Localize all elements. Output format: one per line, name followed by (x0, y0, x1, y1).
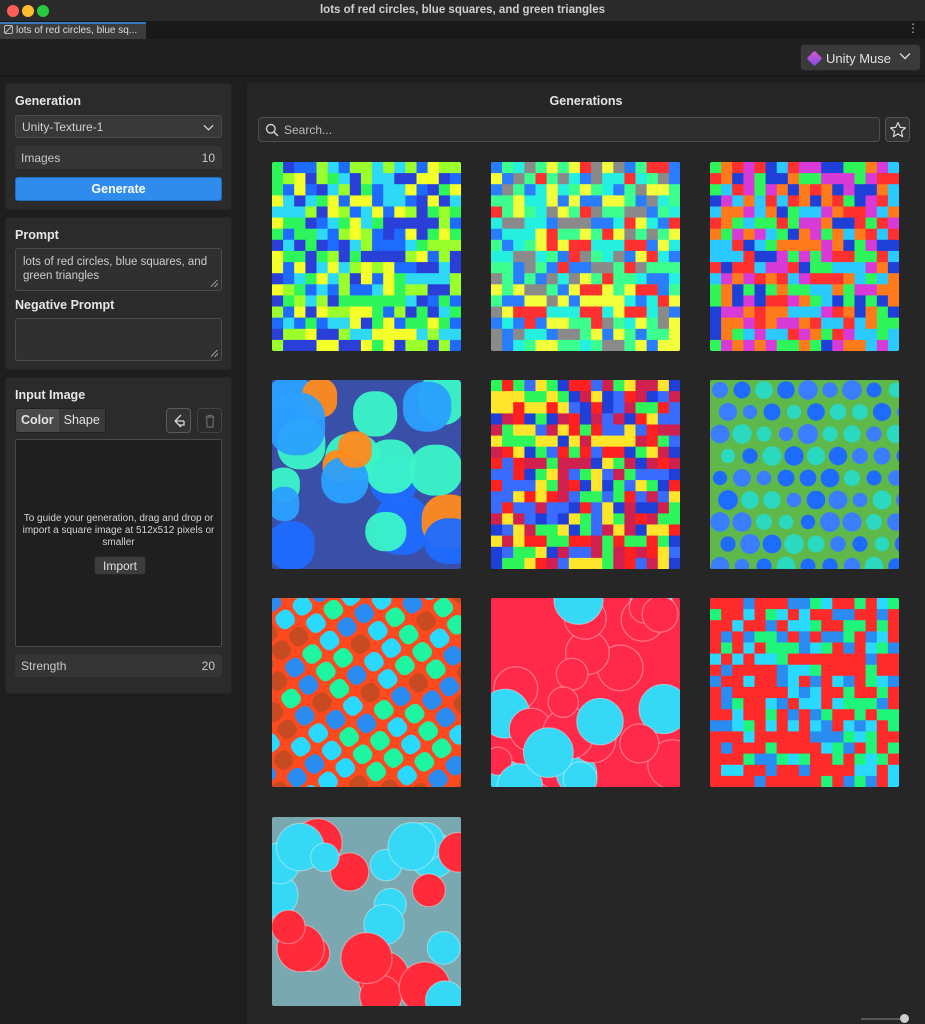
title-bar: lots of red circles, blue squares, and g… (0, 0, 925, 22)
generation-thumbnail[interactable] (710, 598, 899, 787)
images-count-field[interactable]: Images 10 (15, 146, 222, 169)
generate-button[interactable]: Generate (15, 177, 222, 201)
favorites-filter-button[interactable] (885, 117, 910, 142)
model-dropdown[interactable]: Unity-Texture-1 (15, 115, 222, 138)
generation-thumbnail[interactable] (272, 380, 461, 569)
negative-prompt-title: Negative Prompt (15, 298, 115, 312)
generation-thumbnail[interactable] (272, 162, 461, 351)
strength-value: 20 (201, 659, 215, 673)
generation-panel: Generation Unity-Texture-1 Images 10 Gen… (5, 83, 232, 210)
tab-shape[interactable]: Shape (58, 409, 105, 432)
more-options-icon[interactable]: ⋮ (907, 22, 919, 34)
resize-grip-icon[interactable] (211, 350, 218, 357)
negative-prompt-input[interactable] (15, 318, 222, 361)
unity-muse-dropdown[interactable]: Unity Muse (800, 44, 921, 71)
dropzone-hint: To guide your generation, drag and drop … (22, 513, 215, 548)
generation-thumbnail[interactable] (491, 162, 680, 351)
texture-icon (4, 25, 13, 34)
search-bar[interactable] (258, 117, 880, 142)
prompt-input[interactable]: lots of red circles, blue squares, and g… (15, 248, 222, 291)
trash-icon (205, 414, 215, 428)
model-value: Unity-Texture-1 (22, 120, 104, 134)
tab-color[interactable]: Color (16, 409, 59, 432)
prompt-text: lots of red circles, blue squares, and g… (23, 256, 208, 282)
strength-label: Strength (21, 659, 67, 673)
generation-thumbnail[interactable] (491, 380, 680, 569)
tab-label: lots of red circles, blue sq... (16, 25, 138, 36)
star-icon (890, 121, 906, 138)
generation-thumbnail[interactable] (272, 598, 461, 787)
prompt-panel: Prompt lots of red circles, blue squares… (5, 217, 232, 370)
image-dropzone[interactable]: To guide your generation, drag and drop … (15, 439, 222, 647)
input-image-panel: Input Image Color Shape To guide your ge… (5, 377, 232, 694)
search-input[interactable] (284, 121, 864, 138)
chevron-down-icon (203, 124, 214, 131)
tab-strip: lots of red circles, blue sq... ⋮ (0, 22, 925, 39)
images-value: 10 (201, 151, 215, 165)
resize-grip-icon[interactable] (211, 280, 218, 287)
generation-thumbnail[interactable] (491, 598, 680, 787)
input-mode-toggle: Color Shape (15, 408, 106, 433)
generations-panel: Generations (247, 83, 925, 1024)
images-label: Images (21, 151, 61, 165)
chevron-down-icon (899, 53, 911, 60)
prompt-title: Prompt (15, 228, 59, 242)
toolbar: Unity Muse (0, 39, 925, 76)
thumbnail-size-slider-handle[interactable] (900, 1014, 909, 1023)
generation-thumbnail[interactable] (710, 380, 899, 569)
generations-title: Generations (549, 94, 623, 108)
tab-muse-texture[interactable]: lots of red circles, blue sq... (0, 22, 146, 39)
strength-field[interactable]: Strength 20 (15, 654, 222, 677)
generation-thumbnail[interactable] (710, 162, 899, 351)
generation-title: Generation (15, 94, 81, 108)
window-title: lots of red circles, blue squares, and g… (319, 4, 606, 16)
search-icon (265, 123, 279, 137)
unity-muse-logo-icon (806, 50, 823, 67)
generation-thumbnail[interactable] (272, 817, 461, 1006)
undo-icon (174, 414, 185, 428)
delete-image-button[interactable] (197, 408, 222, 433)
input-image-title: Input Image (15, 388, 86, 402)
import-button[interactable]: Import (94, 556, 146, 575)
thumbnail-size-slider[interactable] (861, 1018, 905, 1020)
reset-image-button[interactable] (166, 408, 191, 433)
unity-muse-label: Unity Muse (826, 51, 892, 66)
